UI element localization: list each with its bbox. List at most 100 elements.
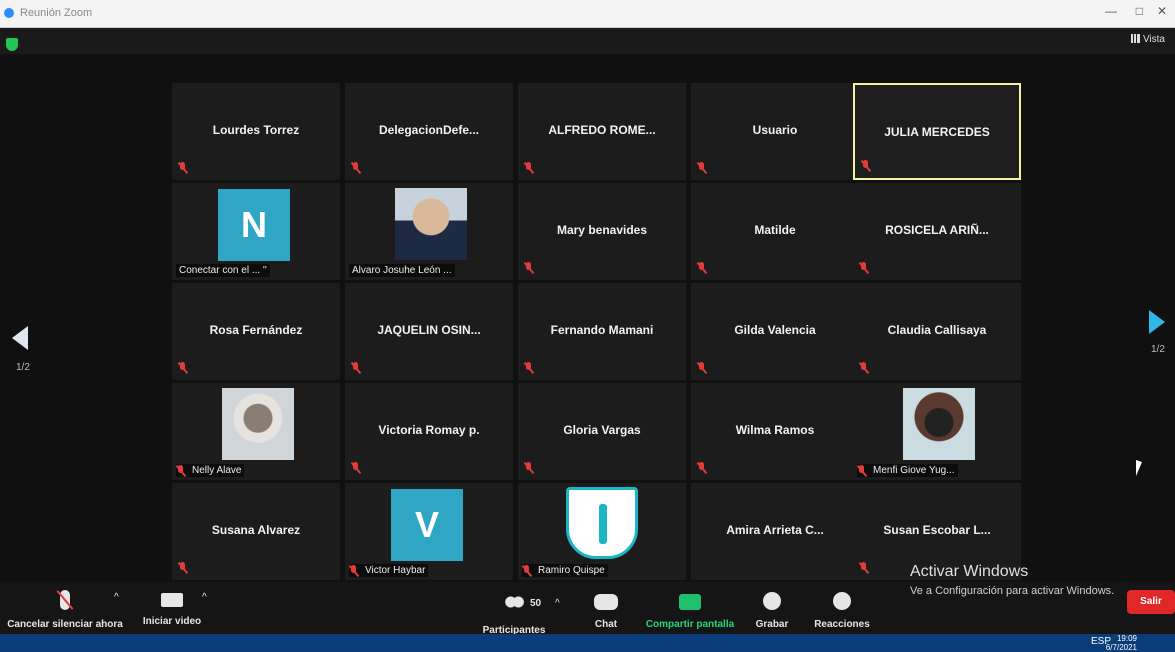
video-label: Iniciar video: [142, 616, 202, 627]
participant-name: ALFREDO ROME...: [548, 123, 656, 137]
reactions-label: Reacciones: [814, 619, 870, 630]
muted-mic-icon: [859, 362, 869, 374]
participants-count: 50: [530, 598, 542, 609]
reactions-button[interactable]: Reacciones: [812, 592, 872, 632]
participant-name: DelegacionDefe...: [378, 123, 480, 137]
participant-profile-picture: [395, 188, 467, 260]
microphone-muted-icon: [60, 590, 70, 610]
share-screen-icon: [679, 594, 701, 610]
view-button[interactable]: Vista: [1130, 34, 1165, 45]
previous-page-arrow-icon[interactable]: [12, 326, 28, 350]
muted-mic-icon: [178, 362, 188, 374]
participant-tile[interactable]: Alvaro Josuhe León ...: [345, 183, 513, 280]
mute-label: Cancelar silenciar ahora: [7, 619, 123, 630]
taskbar-date: 6/7/2021: [1105, 643, 1137, 652]
muted-mic-icon: [178, 562, 188, 574]
participant-name: Usuario: [752, 123, 798, 137]
maximize-button[interactable]: □: [1136, 4, 1143, 18]
participant-name: Wilma Ramos: [735, 423, 815, 437]
muted-mic-icon: [697, 362, 707, 374]
muted-mic-icon: [351, 362, 361, 374]
close-button[interactable]: ✕: [1157, 4, 1167, 18]
participant-tile[interactable]: Wilma Ramos: [691, 383, 859, 480]
muted-mic-icon: [697, 162, 707, 174]
leave-meeting-button[interactable]: Salir: [1127, 590, 1175, 614]
muted-mic-icon: [349, 565, 359, 577]
participant-name: JULIA MERCEDES: [884, 125, 990, 139]
start-video-button[interactable]: Iniciar video: [140, 590, 204, 629]
participant-tile[interactable]: Lourdes Torrez: [172, 83, 340, 180]
participant-tile[interactable]: Claudia Callisaya: [853, 283, 1021, 380]
participants-caret-icon[interactable]: ^: [555, 598, 560, 609]
muted-mic-icon: [351, 162, 361, 174]
share-screen-button[interactable]: Compartir pantalla: [644, 594, 736, 632]
muted-mic-icon: [524, 162, 534, 174]
participant-name: Fernando Mamani: [550, 323, 654, 337]
participant-tile[interactable]: Nelly Alave: [172, 383, 340, 480]
view-label: Vista: [1142, 34, 1165, 45]
grid-icon: [1130, 34, 1140, 43]
share-label: Compartir pantalla: [645, 619, 735, 630]
participant-tile[interactable]: Amira Arrieta C...: [691, 483, 859, 580]
participant-tile[interactable]: Susana Alvarez: [172, 483, 340, 580]
participant-name: Amira Arrieta C...: [726, 523, 824, 537]
participant-tile[interactable]: Rosa Fernández: [172, 283, 340, 380]
participant-tile[interactable]: JAQUELIN OSIN...: [345, 283, 513, 380]
participant-avatar: N: [218, 189, 290, 261]
window-titlebar: Reunión Zoom — □ ✕: [0, 0, 1175, 28]
video-camera-icon: [161, 593, 183, 607]
minimize-button[interactable]: —: [1105, 4, 1117, 18]
participant-name: Mary benavides: [556, 223, 648, 237]
muted-mic-icon: [859, 262, 869, 274]
muted-mic-icon: [524, 462, 534, 474]
participant-tile[interactable]: JULIA MERCEDES: [853, 83, 1021, 180]
participant-tile[interactable]: Gilda Valencia: [691, 283, 859, 380]
participant-logo-picture: [566, 487, 638, 559]
muted-mic-icon: [697, 462, 707, 474]
mouse-cursor-icon: [1136, 460, 1142, 476]
participant-tile[interactable]: Victoria Romay p.: [345, 383, 513, 480]
participant-tile[interactable]: Ramiro Quispe: [518, 483, 686, 580]
taskbar-clock[interactable]: 19:09 6/7/2021: [1106, 634, 1137, 652]
reactions-smiley-icon: [833, 592, 851, 610]
participant-name: JAQUELIN OSIN...: [377, 323, 481, 337]
participant-tile[interactable]: N Conectar con el ... '': [172, 183, 340, 280]
participant-name: Ramiro Quispe: [522, 564, 608, 577]
participant-tile[interactable]: Matilde: [691, 183, 859, 280]
muted-mic-icon: [861, 160, 871, 172]
muted-mic-icon: [178, 162, 188, 174]
participant-tile[interactable]: Menfi Giove Yug...: [853, 383, 1021, 480]
participant-tile[interactable]: ROSICELA ARIÑ...: [853, 183, 1021, 280]
security-shield-icon[interactable]: [6, 38, 18, 51]
participant-tile[interactable]: Mary benavides: [518, 183, 686, 280]
video-options-caret-icon[interactable]: ^: [202, 592, 207, 603]
participant-tile[interactable]: Gloria Vargas: [518, 383, 686, 480]
chat-bubble-icon: [594, 594, 618, 610]
participants-icon: [503, 596, 525, 616]
chat-label: Chat: [594, 619, 618, 630]
participant-profile-picture: [903, 388, 975, 460]
participant-tile[interactable]: ALFREDO ROME...: [518, 83, 686, 180]
participant-name: Claudia Callisaya: [887, 323, 987, 337]
participant-tile[interactable]: DelegacionDefe...: [345, 83, 513, 180]
participant-name: ROSICELA ARIÑ...: [885, 223, 989, 237]
participant-tile[interactable]: Usuario: [691, 83, 859, 180]
next-page-arrow-icon[interactable]: [1149, 310, 1165, 334]
participant-tile[interactable]: Fernando Mamani: [518, 283, 686, 380]
muted-mic-icon: [857, 465, 867, 477]
windows-activation-title: Activar Windows: [910, 563, 1029, 580]
participant-name: Victoria Romay p.: [378, 423, 480, 437]
muted-mic-icon: [524, 362, 534, 374]
muted-mic-icon: [522, 565, 532, 577]
participant-name: Susana Alvarez: [211, 523, 301, 537]
audio-options-caret-icon[interactable]: ^: [114, 592, 119, 603]
chat-button[interactable]: Chat: [586, 594, 626, 632]
participant-name: Matilde: [754, 223, 796, 237]
participant-name: Gilda Valencia: [734, 323, 816, 337]
windows-taskbar: ESP 19:09 6/7/2021: [0, 634, 1175, 652]
meeting-topbar: Vista: [0, 28, 1175, 54]
record-button[interactable]: Grabar: [752, 592, 792, 632]
participant-tile[interactable]: V Victor Haybar: [345, 483, 513, 580]
mute-button[interactable]: Cancelar silenciar ahora: [6, 590, 124, 632]
participant-name: Menfi Giove Yug...: [857, 464, 958, 477]
